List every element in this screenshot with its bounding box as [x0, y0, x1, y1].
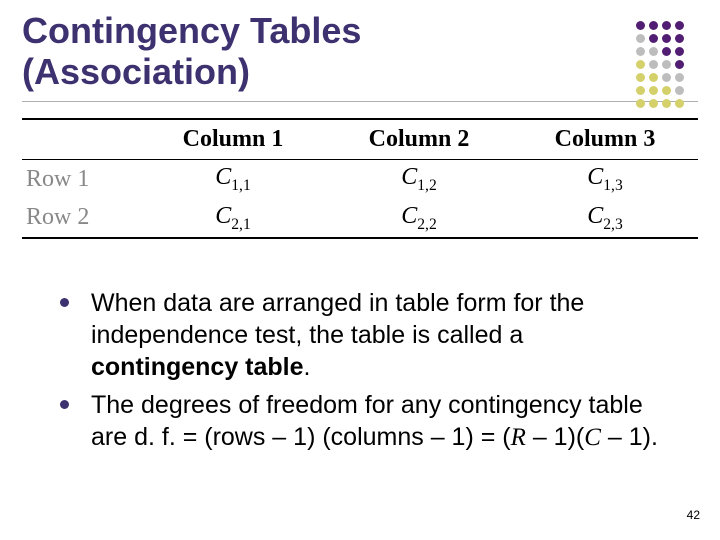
slide: Contingency Tables (Association) Column …	[0, 0, 720, 540]
b2-end: – 1).	[601, 423, 658, 451]
b2-R: R	[511, 424, 526, 451]
b2-C: C	[584, 424, 601, 451]
row-label-2: Row 2	[22, 199, 140, 239]
decorative-dot-grid	[634, 18, 686, 111]
cell-1-2: C1,2	[326, 159, 512, 198]
b1-pre: When data are arranged in table form for…	[91, 289, 584, 349]
col-header-1: Column 1	[140, 119, 326, 160]
cell-2-3: C2,3	[512, 199, 698, 239]
col-header-3: Column 3	[512, 119, 698, 160]
table-header-row: Column 1 Column 2 Column 3	[22, 119, 698, 160]
b1-post: .	[304, 353, 311, 381]
b1-bold: contingency table	[91, 353, 304, 381]
title-underline	[22, 101, 698, 102]
cell-2-1: C2,1	[140, 199, 326, 239]
bullet-icon	[60, 400, 69, 409]
cell-2-2: C2,2	[326, 199, 512, 239]
title-line-2: (Association)	[22, 51, 250, 92]
row-label-1: Row 1	[22, 159, 140, 198]
cell-1-3: C1,3	[512, 159, 698, 198]
contingency-table: Column 1 Column 2 Column 3 Row 1 C1,1 C1…	[22, 118, 698, 240]
bullet-text-1: When data are arranged in table form for…	[91, 287, 660, 383]
title-line-1: Contingency Tables	[22, 10, 361, 51]
page-number: 42	[687, 508, 700, 522]
slide-title: Contingency Tables (Association)	[0, 0, 582, 93]
list-item: When data are arranged in table form for…	[60, 287, 660, 383]
table-row: Row 2 C2,1 C2,2 C2,3	[22, 199, 698, 239]
cell-1-1: C1,1	[140, 159, 326, 198]
table-row: Row 1 C1,1 C1,2 C1,3	[22, 159, 698, 198]
bullet-text-2: The degrees of freedom for any contingen…	[91, 389, 660, 454]
bullet-icon	[60, 298, 69, 307]
col-header-2: Column 2	[326, 119, 512, 160]
bullet-list: When data are arranged in table form for…	[60, 287, 660, 454]
list-item: The degrees of freedom for any contingen…	[60, 389, 660, 454]
b2-mid: – 1)(	[526, 423, 584, 451]
